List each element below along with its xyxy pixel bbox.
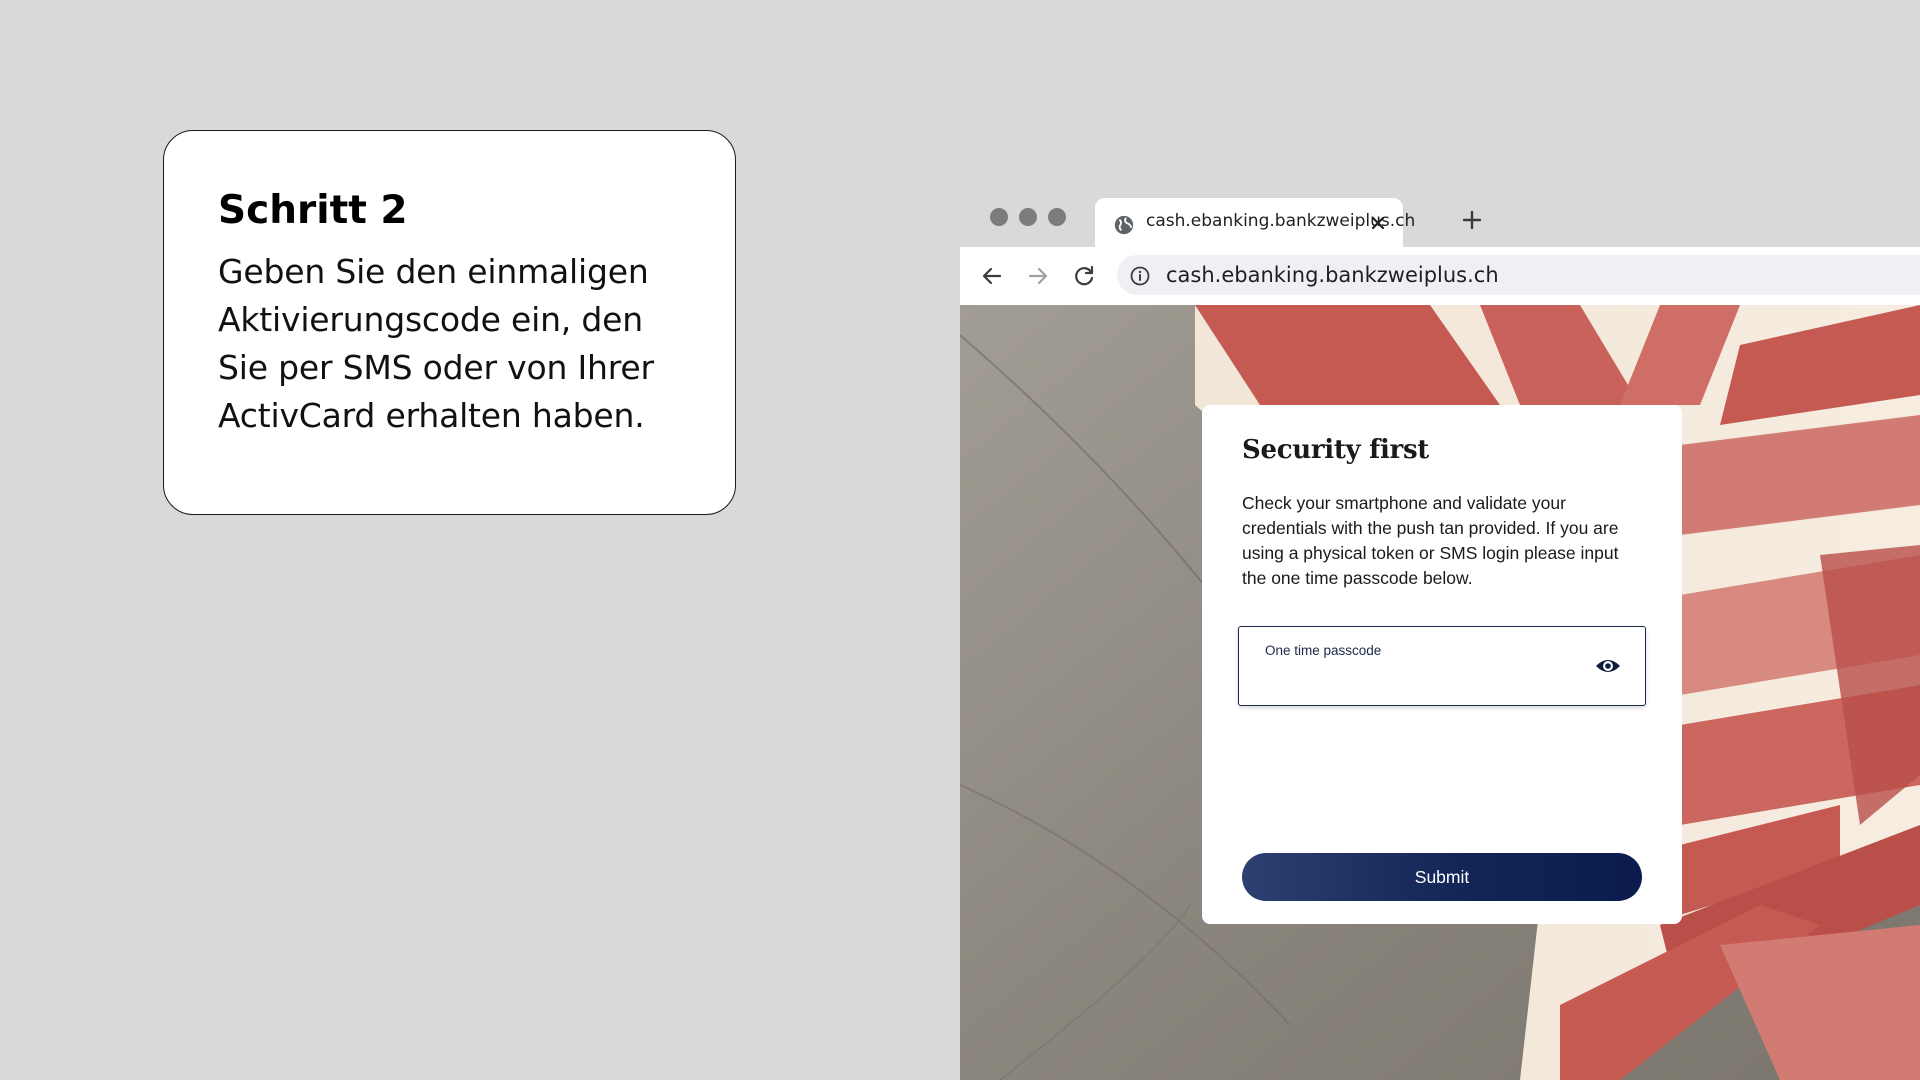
login-description: Check your smartphone and validate your … xyxy=(1242,493,1619,588)
back-arrow-icon[interactable] xyxy=(978,262,1006,290)
passcode-input[interactable] xyxy=(1264,667,1578,695)
instruction-card: Schritt 2 Geben Sie den einmaligen Aktiv… xyxy=(163,130,736,515)
close-tab-icon[interactable] xyxy=(1369,214,1387,232)
login-title: Security first xyxy=(1242,435,1430,465)
browser-toolbar: cash.ebanking.bankzweiplus.ch xyxy=(960,247,1920,362)
tab-strip: cash.ebanking.bankzweiplus.ch xyxy=(960,190,1920,247)
submit-button[interactable]: Submit xyxy=(1242,853,1642,901)
passcode-label: One time passcode xyxy=(1265,643,1382,658)
maximize-window-dot[interactable] xyxy=(1048,208,1066,226)
window-controls xyxy=(990,208,1066,226)
browser-window: cash.ebanking.bankzweiplus.ch cash.ebank… xyxy=(960,190,1920,1080)
login-card: Security first Check your smartphone and… xyxy=(1202,405,1682,924)
reload-icon[interactable] xyxy=(1070,262,1098,290)
info-icon[interactable] xyxy=(1129,265,1151,287)
minimize-window-dot[interactable] xyxy=(1019,208,1037,226)
eye-icon[interactable] xyxy=(1595,656,1621,676)
new-tab-icon[interactable] xyxy=(1460,208,1484,232)
page-viewport: Security first Check your smartphone and… xyxy=(960,305,1920,1080)
browser-tab[interactable]: cash.ebanking.bankzweiplus.ch xyxy=(1095,198,1415,247)
passcode-field[interactable]: One time passcode xyxy=(1238,626,1646,706)
step-description: Geben Sie den einmaligen Aktivierungscod… xyxy=(218,251,654,435)
close-window-dot[interactable] xyxy=(990,208,1008,226)
globe-icon xyxy=(1114,215,1134,235)
step-title: Schritt 2 xyxy=(218,188,408,233)
address-bar[interactable]: cash.ebanking.bankzweiplus.ch xyxy=(1117,255,1920,295)
forward-arrow-icon[interactable] xyxy=(1024,262,1052,290)
url-text[interactable]: cash.ebanking.bankzweiplus.ch xyxy=(1166,263,1499,287)
